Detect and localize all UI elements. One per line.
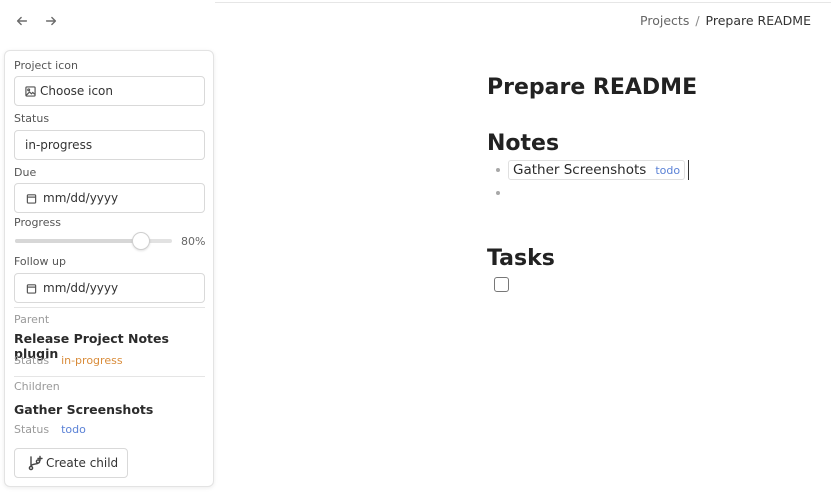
progress-slider-thumb[interactable] (131, 232, 150, 250)
page-title: Prepare README (487, 75, 698, 100)
follow-up-date-input[interactable]: mm/dd/yyyy (14, 273, 205, 303)
status-input[interactable]: in-progress (14, 130, 205, 160)
note-item-name: Gather Screenshots (513, 162, 647, 178)
bullet-dot (496, 168, 500, 172)
forward-button[interactable] (43, 13, 59, 29)
list-item: Gather Screenshots todo (496, 160, 690, 180)
child-status-row: Status todo (14, 423, 86, 436)
create-child-button[interactable]: Create child (14, 448, 128, 478)
project-properties-panel: Project icon Choose icon Status in-progr… (4, 50, 214, 487)
due-label: Due (14, 166, 37, 179)
progress-slider-row: 80% (15, 232, 207, 250)
bullet-dot (496, 191, 500, 195)
status-label: Status (14, 112, 50, 125)
text-cursor (688, 160, 690, 180)
back-button[interactable] (14, 13, 30, 29)
breadcrumb-current: Prepare README (705, 13, 811, 28)
git-branch-plus-icon (26, 454, 44, 472)
breadcrumb-projects-link[interactable]: Projects (640, 13, 689, 28)
parent-status-key: Status (14, 354, 50, 367)
forward-arrow-icon (45, 16, 57, 26)
child-project-link[interactable]: Gather Screenshots (14, 402, 153, 417)
progress-label: Progress (14, 216, 61, 229)
due-date-placeholder: mm/dd/yyyy (43, 191, 119, 205)
child-status-value: todo (61, 423, 86, 436)
note-item-status: todo (655, 163, 681, 177)
list-item-empty[interactable] (496, 191, 508, 195)
history-nav (14, 13, 59, 29)
status-value: in-progress (25, 138, 93, 152)
choose-icon-label: Choose icon (40, 84, 113, 98)
parent-status-value: in-progress (61, 354, 123, 367)
tasks-heading: Tasks (487, 246, 555, 271)
calendar-icon (24, 281, 38, 295)
notes-heading: Notes (487, 131, 560, 156)
progress-slider[interactable] (15, 232, 172, 250)
due-date-input[interactable]: mm/dd/yyyy (14, 183, 205, 213)
follow-up-label: Follow up (14, 255, 66, 268)
parent-status-row: Status in-progress (14, 354, 123, 367)
task-checkbox[interactable] (494, 277, 509, 292)
children-section-label: Children (14, 380, 60, 393)
progress-slider-fill (15, 239, 141, 243)
choose-icon-button[interactable]: Choose icon (14, 76, 205, 106)
top-divider (215, 0, 831, 3)
project-icon-label: Project icon (14, 59, 78, 72)
parent-section-label: Parent (14, 313, 50, 326)
calendar-icon (24, 191, 38, 205)
panel-divider (14, 376, 205, 377)
follow-up-date-placeholder: mm/dd/yyyy (43, 281, 119, 295)
back-arrow-icon (16, 16, 28, 26)
progress-value: 80% (181, 234, 206, 248)
panel-divider (14, 307, 205, 308)
create-child-label: Create child (46, 456, 119, 470)
breadcrumb: Projects / Prepare README (640, 13, 811, 28)
child-status-key: Status (14, 423, 50, 436)
note-item-pill[interactable]: Gather Screenshots todo (508, 160, 686, 180)
image-icon (23, 84, 37, 98)
breadcrumb-separator: / (695, 13, 700, 28)
